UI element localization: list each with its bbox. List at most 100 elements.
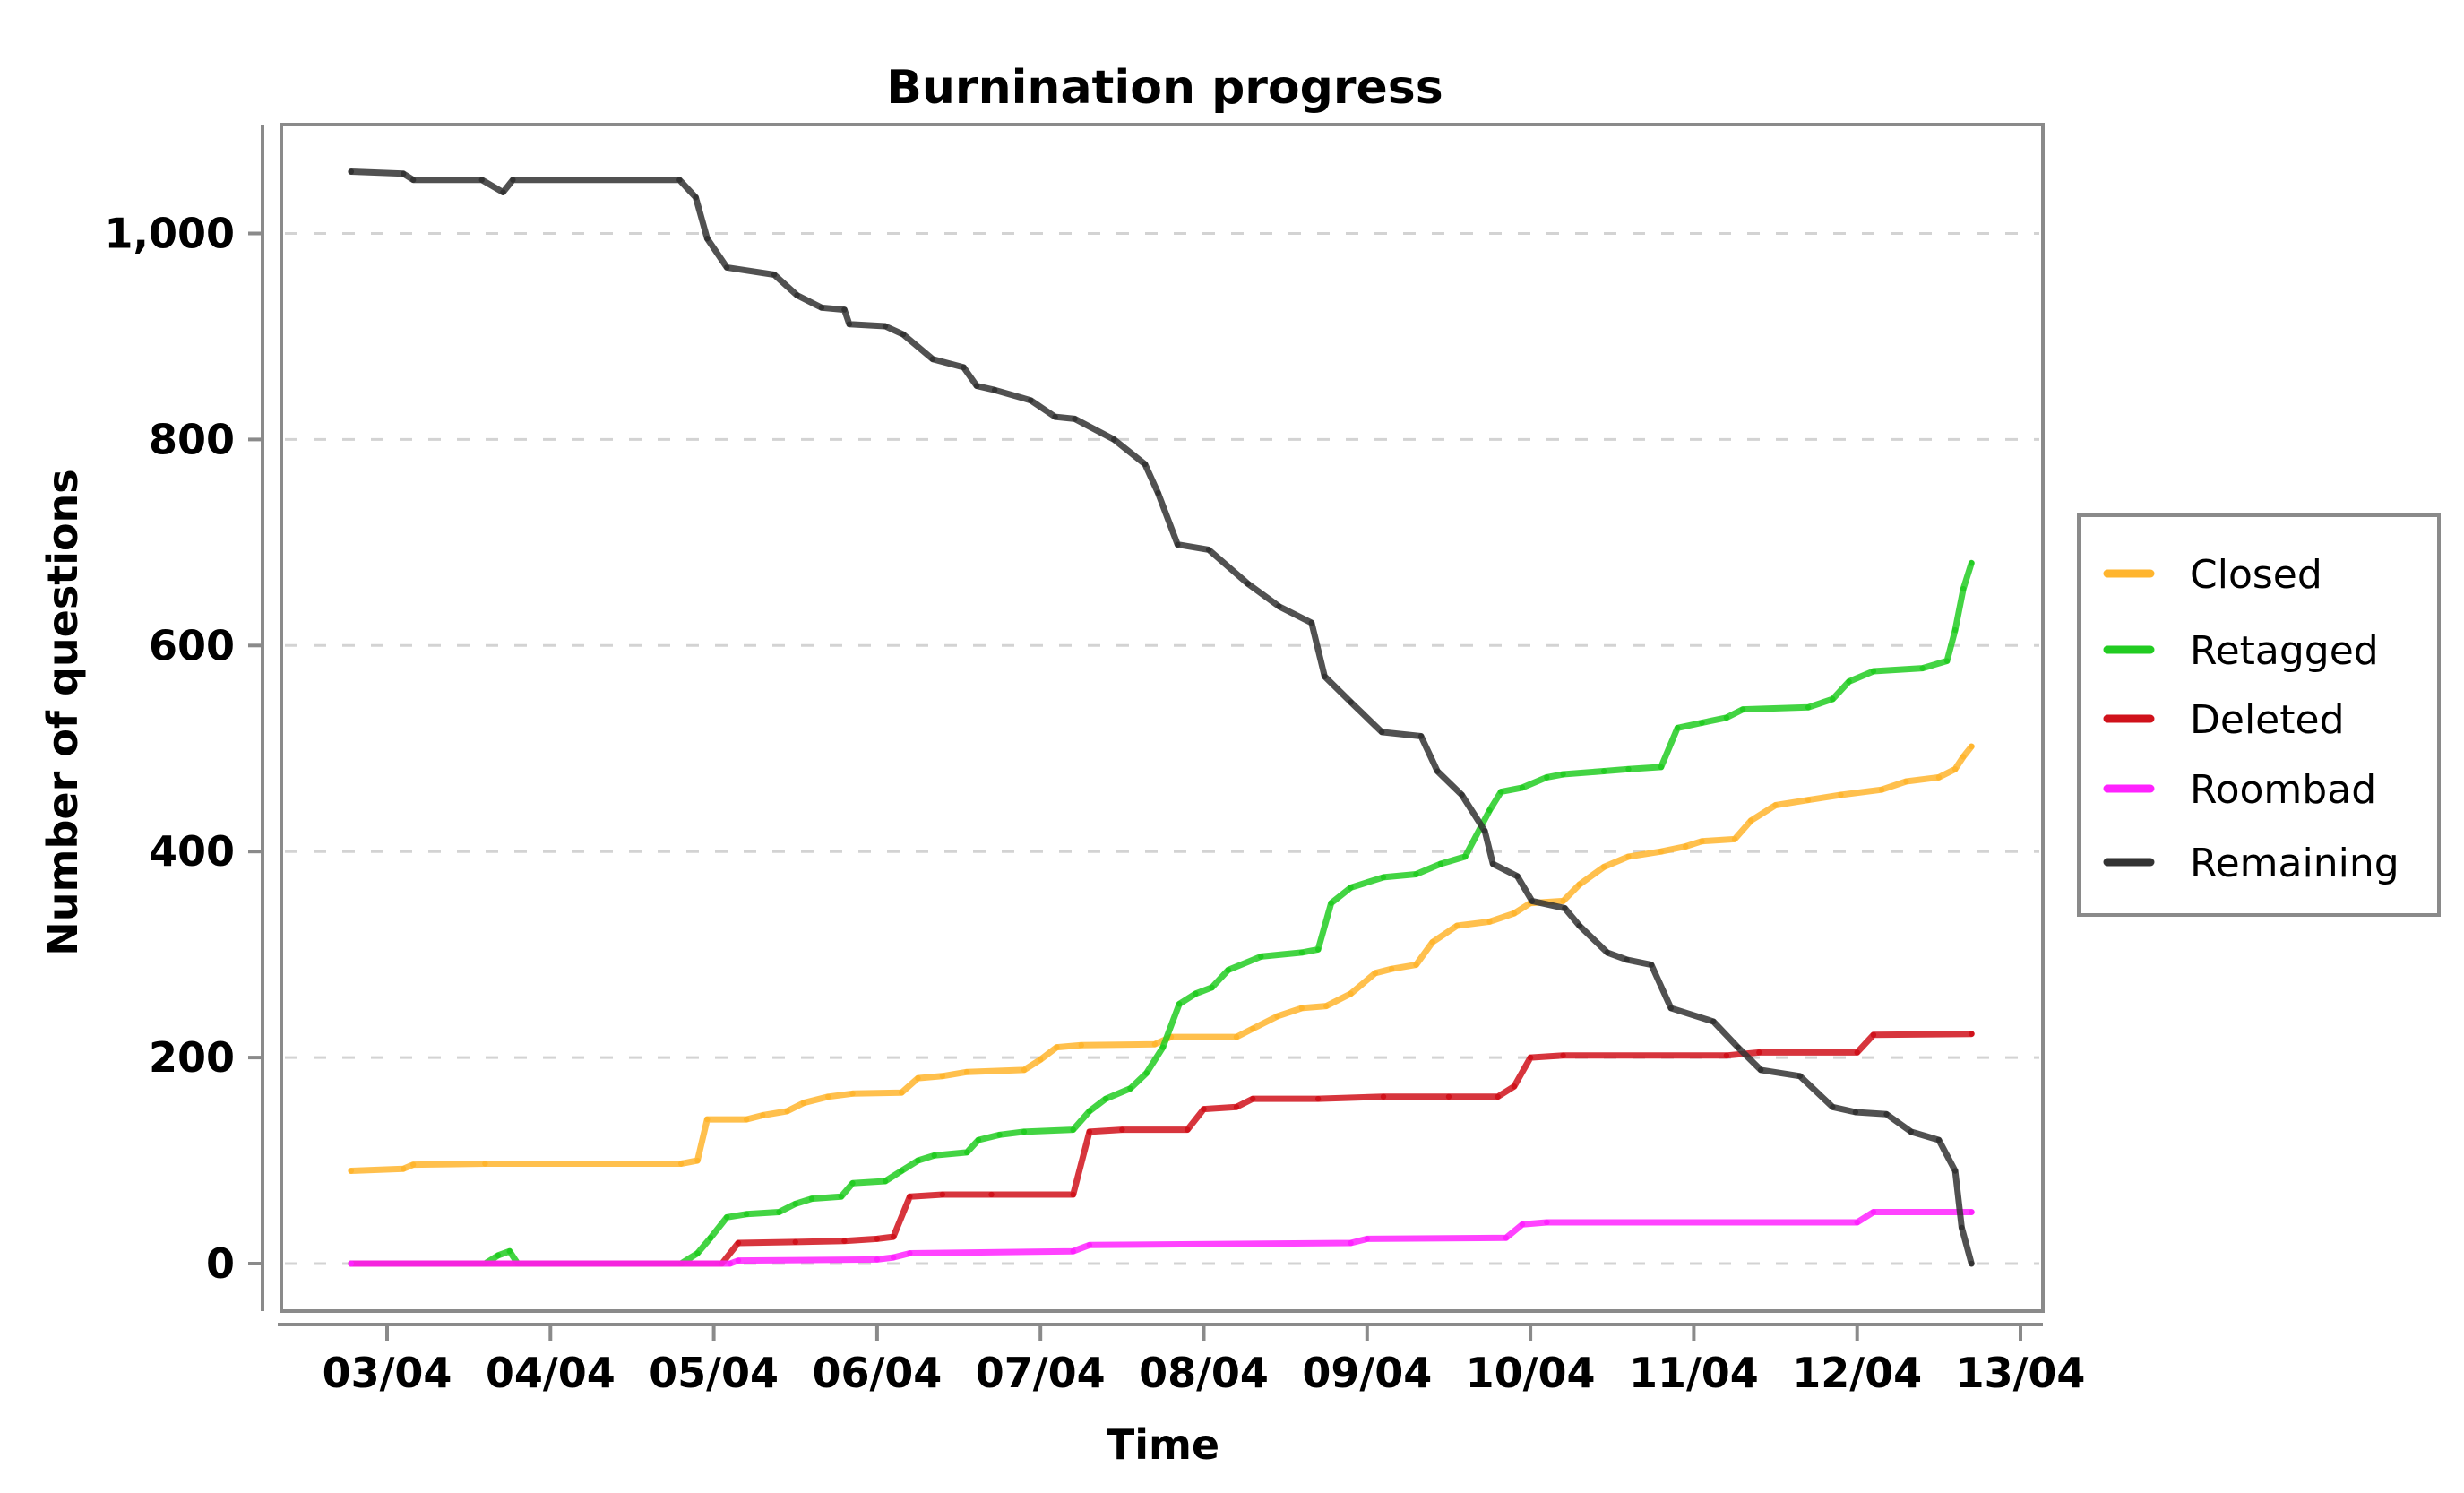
- data-point-roombad: [1348, 1239, 1354, 1247]
- data-point-deleted: [1495, 1093, 1501, 1100]
- data-point-remaining: [1908, 1128, 1915, 1135]
- data-point-roombad: [1086, 1242, 1093, 1248]
- data-point-remaining: [500, 189, 506, 195]
- data-point-deleted: [1249, 1095, 1256, 1102]
- data-point-closed: [1960, 754, 1967, 760]
- data-point-retagged: [1380, 874, 1387, 881]
- data-point-remaining: [1576, 922, 1582, 929]
- data-point-retagged: [1674, 725, 1681, 731]
- data-point-roombad: [727, 1260, 734, 1267]
- series-retagged: [348, 559, 1975, 1267]
- data-point-retagged: [1298, 949, 1305, 956]
- data-point-remaining: [723, 264, 730, 271]
- data-point-deleted: [907, 1194, 913, 1200]
- x-tick-label: 12/04: [1792, 1349, 1922, 1397]
- data-point-remaining: [1648, 962, 1655, 968]
- x-tick-label: 08/04: [1139, 1349, 1269, 1397]
- data-point-closed: [482, 1161, 488, 1167]
- data-point-closed: [1731, 836, 1738, 842]
- data-point-retagged: [1723, 714, 1730, 721]
- data-point-closed: [1274, 1013, 1280, 1020]
- data-point-retagged: [808, 1195, 815, 1202]
- data-point-closed: [1298, 1005, 1305, 1012]
- data-point-remaining: [1348, 699, 1354, 705]
- data-point-remaining: [1735, 1044, 1741, 1050]
- data-point-retagged: [1870, 668, 1877, 675]
- data-point-retagged: [1437, 860, 1444, 867]
- data-point-remaining: [818, 305, 825, 311]
- series-line-retagged: [348, 559, 1975, 1267]
- legend-item-retagged: Retagged: [2103, 628, 2379, 674]
- data-point-roombad: [1544, 1219, 1550, 1226]
- data-point-closed: [1323, 1003, 1330, 1009]
- data-point-retagged: [1739, 706, 1746, 712]
- data-point-retagged: [1658, 764, 1665, 771]
- data-point-closed: [409, 1161, 417, 1168]
- data-point-deleted: [1445, 1093, 1452, 1100]
- data-point-closed: [939, 1073, 946, 1079]
- data-point-retagged: [694, 1250, 701, 1256]
- data-point-deleted: [1723, 1052, 1730, 1059]
- data-point-closed: [1021, 1066, 1028, 1074]
- data-point-closed: [1511, 910, 1518, 917]
- data-point-remaining: [794, 292, 800, 298]
- data-point-closed: [348, 1168, 355, 1174]
- data-point-remaining: [1155, 489, 1161, 496]
- data-point-closed: [401, 1166, 407, 1172]
- data-point-roombad: [1070, 1248, 1076, 1255]
- data-point-deleted: [1870, 1031, 1877, 1039]
- data-point-deleted: [1511, 1083, 1518, 1090]
- legend: Closed Retagged Deleted Roombad Remaining: [2077, 513, 2441, 917]
- data-point-remaining: [961, 364, 967, 371]
- data-point-remaining: [1883, 1111, 1890, 1118]
- y-tick-label: 1,000: [104, 210, 235, 258]
- data-point-roombad: [348, 1260, 355, 1267]
- data-point-roombad: [1969, 1209, 1975, 1215]
- data-point-retagged: [495, 1252, 502, 1259]
- data-point-remaining: [1028, 397, 1034, 403]
- data-point-remaining: [1308, 619, 1315, 626]
- data-point-remaining: [1175, 541, 1181, 548]
- data-point-closed: [1249, 1025, 1256, 1032]
- y-tick-label: 800: [149, 415, 235, 463]
- gridlines: [285, 232, 2039, 1265]
- data-point-remaining: [900, 331, 907, 338]
- data-point-remaining: [1142, 461, 1149, 468]
- data-point-deleted: [1086, 1128, 1093, 1135]
- data-point-closed: [1453, 922, 1460, 929]
- data-point-retagged: [849, 1180, 856, 1187]
- data-point-remaining: [1604, 949, 1610, 956]
- data-point-closed: [1038, 1057, 1044, 1063]
- data-point-roombad: [1519, 1221, 1526, 1228]
- x-tick-label: 07/04: [976, 1349, 1106, 1397]
- data-point-roombad: [735, 1257, 742, 1264]
- data-point-remaining: [348, 168, 355, 175]
- data-point-retagged: [1919, 665, 1926, 671]
- legend-label-remaining: Remaining: [2190, 841, 2399, 886]
- data-point-retagged: [723, 1214, 730, 1221]
- data-point-retagged: [1951, 626, 1959, 634]
- data-point-closed: [1951, 766, 1959, 772]
- chart-title: Burnination progress: [886, 61, 1443, 115]
- data-point-retagged: [1086, 1108, 1093, 1115]
- data-point-retagged: [1348, 885, 1354, 891]
- data-point-deleted: [1756, 1049, 1762, 1056]
- legend-label-deleted: Deleted: [2190, 697, 2345, 743]
- data-point-retagged: [776, 1209, 782, 1215]
- data-point-retagged: [506, 1248, 513, 1255]
- y-axis-ticks: 0 200 400 600 800 1,000: [104, 210, 263, 1288]
- data-point-closed: [963, 1068, 970, 1075]
- data-point-closed: [1878, 787, 1885, 793]
- data-point-closed: [1903, 778, 1909, 785]
- data-point-retagged: [1070, 1126, 1076, 1133]
- data-point-deleted: [890, 1233, 897, 1240]
- data-point-retagged: [1176, 1001, 1183, 1007]
- data-point-closed: [1233, 1033, 1240, 1040]
- data-point-remaining: [1624, 956, 1630, 963]
- data-point-retagged: [1544, 774, 1550, 781]
- data-point-remaining: [1514, 873, 1521, 879]
- x-tick-label: 13/04: [1956, 1349, 2086, 1397]
- data-point-roombad: [1870, 1209, 1877, 1215]
- data-point-remaining: [1052, 413, 1058, 420]
- data-point-closed: [760, 1112, 766, 1118]
